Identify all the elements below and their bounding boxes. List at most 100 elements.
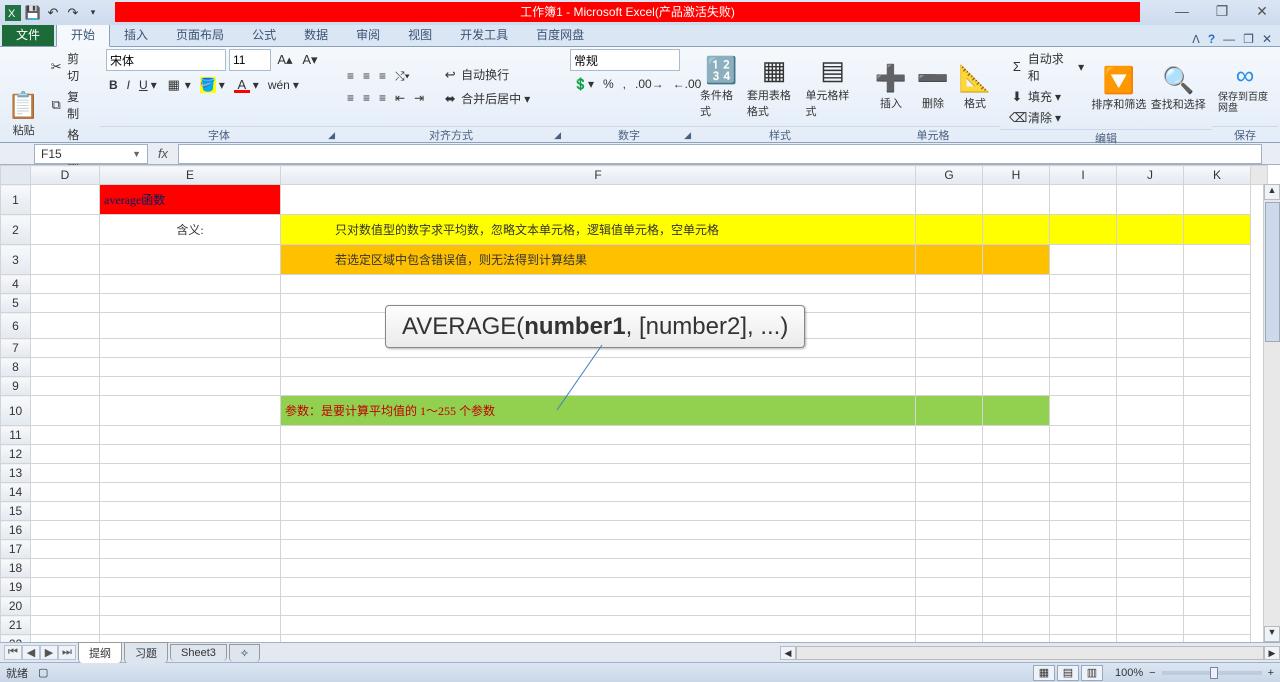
cell[interactable] bbox=[916, 540, 983, 559]
redo-icon[interactable]: ↷ bbox=[64, 4, 82, 22]
cell[interactable] bbox=[31, 635, 100, 643]
cell[interactable] bbox=[100, 294, 281, 313]
vertical-scrollbar[interactable]: ▲ ▼ bbox=[1263, 184, 1280, 642]
cell[interactable] bbox=[916, 483, 983, 502]
cell[interactable] bbox=[1184, 294, 1251, 313]
macro-record-icon[interactable]: ▢ bbox=[38, 666, 48, 679]
cell[interactable]: 若选定区域中包含错误值，则无法得到计算结果 bbox=[281, 245, 916, 275]
row-header-12[interactable]: 12 bbox=[1, 445, 31, 464]
cell[interactable] bbox=[281, 377, 916, 396]
row-header-8[interactable]: 8 bbox=[1, 358, 31, 377]
cell[interactable] bbox=[983, 275, 1050, 294]
cell[interactable] bbox=[100, 521, 281, 540]
cell[interactable] bbox=[916, 559, 983, 578]
cell[interactable] bbox=[1050, 616, 1117, 635]
decrease-font-button[interactable]: A▾ bbox=[299, 51, 321, 69]
cell[interactable] bbox=[1050, 275, 1117, 294]
orientation-button[interactable]: ⤭▾ bbox=[392, 68, 413, 85]
cell[interactable] bbox=[1050, 358, 1117, 377]
cell[interactable] bbox=[983, 578, 1050, 597]
cell[interactable] bbox=[281, 521, 916, 540]
cell[interactable] bbox=[281, 502, 916, 521]
bold-button[interactable]: B bbox=[106, 77, 121, 93]
number-format-select[interactable] bbox=[570, 49, 680, 71]
qat-dropdown-icon[interactable]: ▾ bbox=[84, 4, 102, 22]
help-icon[interactable]: ? bbox=[1208, 32, 1215, 46]
cell[interactable] bbox=[281, 559, 916, 578]
cell[interactable] bbox=[1117, 275, 1184, 294]
cell[interactable] bbox=[916, 464, 983, 483]
cell[interactable]: 含义: bbox=[100, 215, 281, 245]
cell[interactable] bbox=[1184, 578, 1251, 597]
cell[interactable] bbox=[983, 396, 1050, 426]
sort-filter-button[interactable]: 🔽排序和筛选 bbox=[1091, 55, 1146, 121]
cell[interactable] bbox=[983, 521, 1050, 540]
cell[interactable] bbox=[1050, 597, 1117, 616]
name-box[interactable]: F15▼ bbox=[34, 144, 148, 164]
cell[interactable] bbox=[1050, 521, 1117, 540]
select-all-corner[interactable] bbox=[1, 166, 31, 185]
row-header-9[interactable]: 9 bbox=[1, 377, 31, 396]
cell[interactable] bbox=[281, 540, 916, 559]
cell[interactable] bbox=[100, 275, 281, 294]
close-button[interactable]: ✕ bbox=[1248, 2, 1276, 20]
cell[interactable] bbox=[100, 426, 281, 445]
cell[interactable] bbox=[31, 578, 100, 597]
cell[interactable] bbox=[1117, 597, 1184, 616]
col-header-G[interactable]: G bbox=[916, 166, 983, 185]
cell[interactable] bbox=[100, 502, 281, 521]
cell[interactable] bbox=[983, 185, 1050, 215]
cell[interactable] bbox=[31, 445, 100, 464]
italic-button[interactable]: I bbox=[124, 77, 133, 93]
cell[interactable] bbox=[1117, 559, 1184, 578]
percent-button[interactable]: % bbox=[600, 76, 617, 92]
cell[interactable] bbox=[983, 616, 1050, 635]
cell[interactable] bbox=[281, 358, 916, 377]
col-header-H[interactable]: H bbox=[983, 166, 1050, 185]
cell[interactable] bbox=[31, 616, 100, 635]
font-name-select[interactable] bbox=[106, 49, 226, 71]
cell[interactable] bbox=[31, 185, 100, 215]
cell[interactable] bbox=[100, 313, 281, 339]
cell[interactable] bbox=[1117, 185, 1184, 215]
cell[interactable] bbox=[1117, 635, 1184, 643]
cell[interactable] bbox=[916, 339, 983, 358]
cell[interactable] bbox=[983, 215, 1050, 245]
cell[interactable] bbox=[1050, 635, 1117, 643]
cut-button[interactable]: ✂剪切 bbox=[45, 49, 94, 85]
namebox-dropdown-icon[interactable]: ▼ bbox=[132, 149, 141, 159]
sheet-nav-last[interactable]: ⏭ bbox=[58, 645, 76, 660]
cell[interactable] bbox=[100, 483, 281, 502]
autosum-button[interactable]: Σ自动求和▾ bbox=[1006, 49, 1087, 85]
formula-input[interactable] bbox=[178, 144, 1262, 164]
cell[interactable] bbox=[916, 185, 983, 215]
underline-button[interactable]: U▾ bbox=[136, 77, 160, 93]
cell[interactable] bbox=[281, 426, 916, 445]
fill-color-button[interactable]: 🪣▾ bbox=[197, 76, 228, 94]
increase-decimal-button[interactable]: .00→ bbox=[632, 76, 667, 92]
cell[interactable] bbox=[1184, 185, 1251, 215]
cell[interactable] bbox=[983, 358, 1050, 377]
minimize-ribbon-icon[interactable]: ᐱ bbox=[1192, 33, 1200, 46]
cell[interactable] bbox=[983, 483, 1050, 502]
cell[interactable] bbox=[1184, 245, 1251, 275]
col-header-F[interactable]: F bbox=[281, 166, 916, 185]
format-table-button[interactable]: ▦套用表格格式 bbox=[747, 54, 802, 120]
tab-insert[interactable]: 插入 bbox=[110, 23, 162, 46]
cell[interactable] bbox=[916, 502, 983, 521]
tab-page-layout[interactable]: 页面布局 bbox=[162, 23, 238, 46]
cell[interactable] bbox=[916, 426, 983, 445]
restore-button[interactable]: ❐ bbox=[1208, 2, 1236, 20]
fill-button[interactable]: ⬇填充▾ bbox=[1006, 87, 1087, 106]
view-page-layout-icon[interactable]: ▤ bbox=[1057, 665, 1079, 681]
cell[interactable] bbox=[31, 358, 100, 377]
cell[interactable] bbox=[1050, 185, 1117, 215]
cell[interactable] bbox=[100, 339, 281, 358]
cell[interactable] bbox=[31, 313, 100, 339]
cell[interactable] bbox=[1184, 483, 1251, 502]
find-select-button[interactable]: 🔍查找和选择 bbox=[1151, 55, 1206, 121]
cell[interactable] bbox=[1050, 339, 1117, 358]
cell[interactable] bbox=[31, 377, 100, 396]
cell[interactable]: average函数 bbox=[100, 185, 281, 215]
cell[interactable] bbox=[281, 597, 916, 616]
